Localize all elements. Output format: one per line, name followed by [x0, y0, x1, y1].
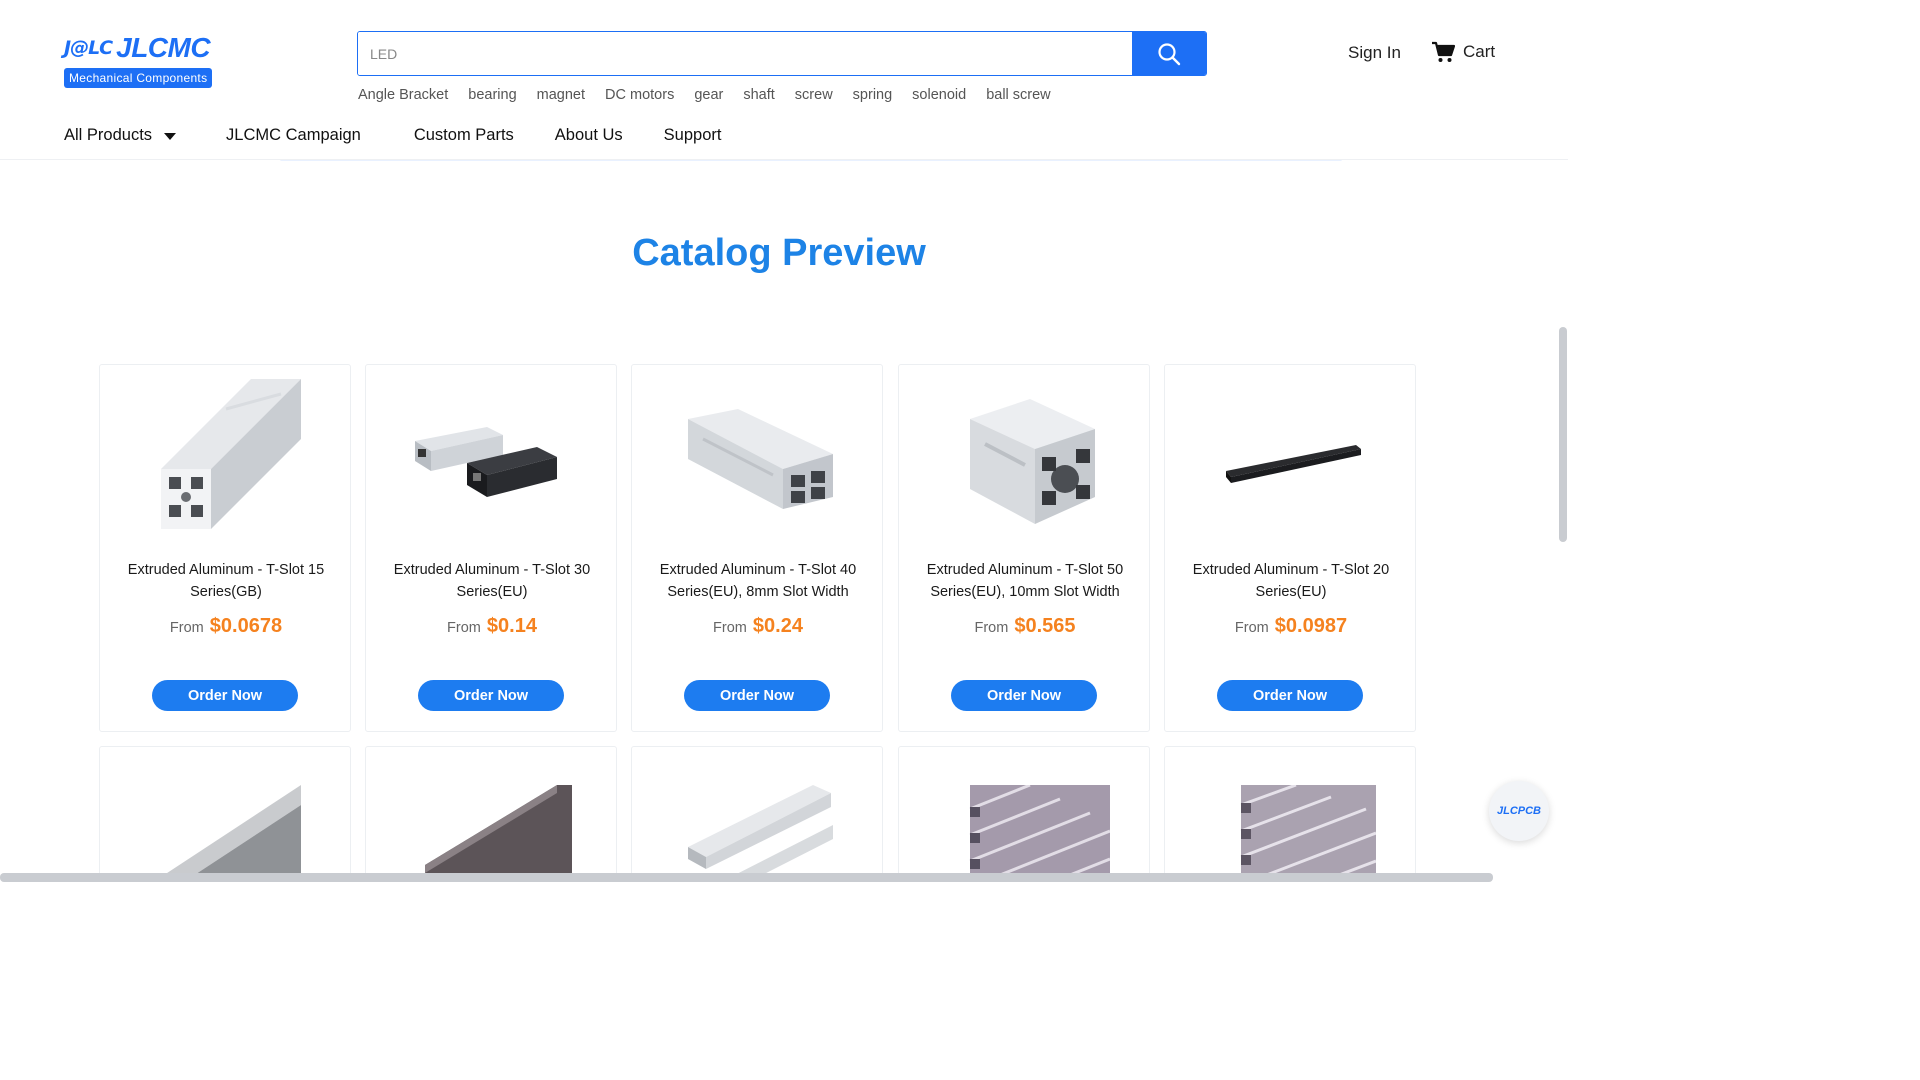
search-bar [357, 31, 1207, 76]
hot-search-terms: Angle Bracket bearing magnet DC motors g… [358, 87, 1051, 103]
product-price: From $0.14 [366, 615, 618, 638]
price-prefix: From [447, 620, 481, 636]
hot-term[interactable]: gear [694, 87, 723, 103]
brand-logo[interactable]: J@LC JLCMC Mechanical Components [64, 30, 220, 88]
logo-wordmark: JLCMC [116, 32, 211, 63]
cart-link[interactable]: Cart [1431, 41, 1495, 63]
product-name[interactable]: Extruded Aluminum - T-Slot 15 Series(GB) [114, 559, 338, 603]
cart-icon [1432, 41, 1455, 62]
jlcpcb-float-button[interactable]: JLCPCB [1489, 781, 1549, 841]
product-card[interactable]: Extruded Aluminum - T-Slot 30 Series(EU)… [365, 364, 617, 732]
hot-term[interactable]: magnet [537, 87, 585, 103]
nav-jlcmc-campaign[interactable]: JLCMC Campaign [226, 126, 361, 145]
search-icon [1158, 42, 1181, 65]
nav-label: About Us [554, 126, 623, 144]
price-value: $0.14 [486, 615, 537, 637]
cart-label: Cart [1463, 42, 1496, 61]
hot-term[interactable]: ball screw [986, 87, 1050, 103]
product-image[interactable] [670, 765, 846, 882]
price-value: $0.565 [1014, 615, 1076, 637]
product-card[interactable] [1164, 746, 1416, 882]
order-now-button[interactable]: Order Now [418, 680, 564, 711]
nav-all-products[interactable]: All Products [64, 126, 177, 145]
horizontal-scrollbar[interactable] [0, 873, 1493, 882]
hot-term[interactable]: Angle Bracket [358, 87, 448, 103]
nav-support[interactable]: Support [664, 126, 722, 145]
product-image[interactable] [404, 765, 580, 882]
hot-term[interactable]: screw [795, 87, 833, 103]
hot-term[interactable]: spring [853, 87, 893, 103]
order-now-button[interactable]: Order Now [951, 680, 1097, 711]
price-value: $0.24 [752, 615, 803, 637]
product-card[interactable] [365, 746, 617, 882]
order-now-button[interactable]: Order Now [152, 680, 298, 711]
main-nav: All Products JLCMC Campaign Custom Parts… [64, 126, 721, 145]
section-title: Catalog Preview [632, 232, 926, 274]
product-image[interactable] [138, 765, 314, 882]
product-card[interactable] [631, 746, 883, 882]
price-value: $0.0678 [209, 615, 283, 637]
vertical-scrollbar[interactable] [1559, 327, 1567, 542]
product-price: From $0.0678 [100, 615, 352, 638]
product-card[interactable]: Extruded Aluminum - T-Slot 15 Series(GB)… [99, 364, 351, 732]
product-card[interactable] [99, 746, 351, 882]
logo-tagline: Mechanical Components [64, 68, 213, 88]
caret-down-icon [164, 133, 177, 140]
search-input[interactable] [358, 32, 1132, 75]
nav-label: Custom Parts [413, 126, 514, 144]
nav-label: All Products [64, 126, 153, 144]
product-card[interactable] [898, 746, 1150, 882]
nav-custom-parts[interactable]: Custom Parts [414, 126, 514, 145]
product-image[interactable] [937, 765, 1113, 882]
nav-label: JLCMC Campaign [226, 126, 361, 144]
product-price: From $0.0987 [1165, 615, 1417, 638]
price-value: $0.0987 [1274, 615, 1348, 637]
sign-in-link[interactable]: Sign In [1348, 43, 1401, 63]
hot-term[interactable]: shaft [743, 87, 774, 103]
product-price: From $0.24 [632, 615, 884, 638]
product-image[interactable] [670, 379, 846, 539]
price-prefix: From [974, 620, 1009, 636]
order-now-button[interactable]: Order Now [1217, 680, 1363, 711]
product-image[interactable] [1203, 765, 1379, 882]
product-card[interactable]: Extruded Aluminum - T-Slot 20 Series(EU)… [1164, 364, 1416, 732]
hot-term[interactable]: DC motors [605, 87, 674, 103]
product-price: From $0.565 [899, 615, 1151, 638]
hot-term[interactable]: solenoid [912, 87, 966, 103]
product-image[interactable] [138, 379, 314, 539]
hot-term[interactable]: bearing [468, 87, 516, 103]
search-button[interactable] [1132, 32, 1206, 75]
order-now-button[interactable]: Order Now [684, 680, 830, 711]
site-header: J@LC JLCMC Mechanical Components Angle B… [0, 0, 1568, 160]
price-prefix: From [1234, 620, 1269, 636]
nav-label: Support [663, 126, 722, 144]
product-image[interactable] [937, 379, 1113, 539]
product-name[interactable]: Extruded Aluminum - T-Slot 40 Series(EU)… [646, 559, 870, 603]
product-card[interactable]: Extruded Aluminum - T-Slot 40 Series(EU)… [631, 364, 883, 732]
price-prefix: From [713, 620, 747, 636]
product-name[interactable]: Extruded Aluminum - T-Slot 20 Series(EU) [1179, 559, 1403, 603]
product-name[interactable]: Extruded Aluminum - T-Slot 50 Series(EU)… [913, 559, 1137, 603]
logo-mark: J@LC [64, 37, 113, 59]
product-image[interactable] [404, 379, 580, 539]
page: J@LC JLCMC Mechanical Components Angle B… [0, 0, 1568, 882]
product-card[interactable]: Extruded Aluminum - T-Slot 50 Series(EU)… [898, 364, 1150, 732]
product-image[interactable] [1203, 379, 1379, 539]
nav-about-us[interactable]: About Us [555, 126, 623, 145]
product-name[interactable]: Extruded Aluminum - T-Slot 30 Series(EU) [380, 559, 604, 603]
price-prefix: From [169, 620, 204, 636]
